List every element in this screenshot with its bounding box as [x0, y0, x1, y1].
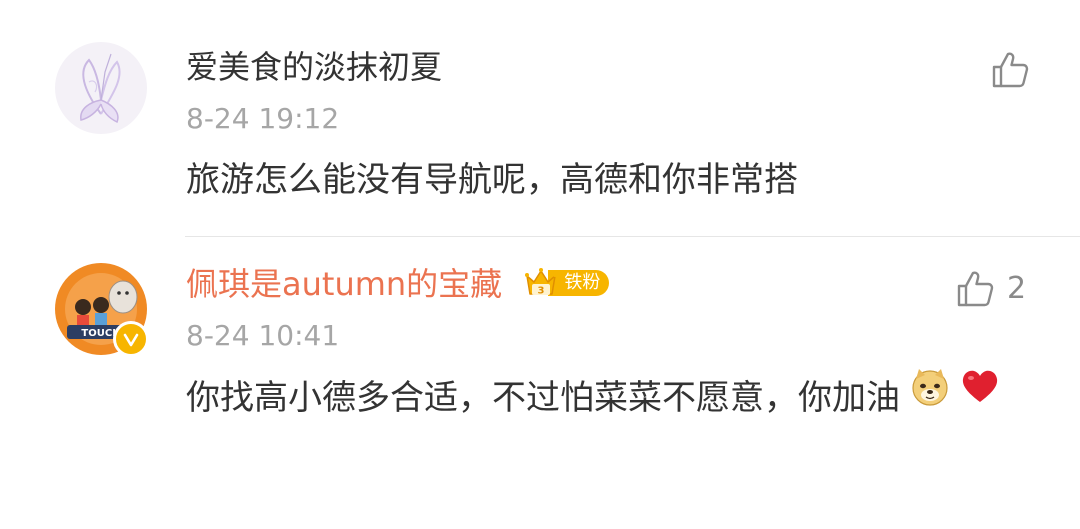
comment-text-body: 你找高小德多合适，不过怕菜菜不愿意，你加油 — [186, 378, 900, 418]
comment-item: 爱美食的淡抹初夏 8-24 19:12 旅游怎么能没有导航呢，高德和你非常搭 — [0, 0, 1080, 236]
butterfly-icon — [55, 42, 147, 134]
red-heart-icon — [960, 367, 1000, 424]
timestamp: 8-24 10:41 — [186, 319, 340, 352]
avatar[interactable]: TOUCH — [55, 263, 149, 357]
verified-badge — [113, 321, 149, 357]
thumbs-up-icon — [957, 271, 994, 307]
comment-text: 你找高小德多合适，不过怕菜菜不愿意，你加油 — [186, 367, 1026, 428]
fan-badge[interactable]: 3 铁粉 — [524, 266, 610, 300]
like-button[interactable] — [990, 50, 1030, 90]
username[interactable]: 佩琪是autumn的宝藏 3 铁粉 — [186, 264, 610, 304]
doge-icon — [910, 367, 950, 424]
avatar[interactable] — [55, 42, 147, 134]
comment-item: TOUCH 佩琪是autumn的宝藏 3 铁粉 8-24 10:41 你找高小德… — [0, 237, 1080, 529]
like-count: 2 — [1007, 271, 1027, 306]
badge-level: 3 — [538, 286, 545, 297]
crown-icon: 3 — [525, 268, 558, 297]
username[interactable]: 爱美食的淡抹初夏 — [186, 47, 442, 87]
like-button[interactable]: 2 — [955, 269, 1026, 309]
thumbs-up-icon — [992, 52, 1029, 88]
username-text[interactable]: 佩琪是autumn的宝藏 — [186, 265, 502, 303]
comment-text: 旅游怎么能没有导航呢，高德和你非常搭 — [186, 160, 798, 200]
check-icon — [123, 333, 139, 347]
timestamp: 8-24 19:12 — [186, 102, 340, 135]
